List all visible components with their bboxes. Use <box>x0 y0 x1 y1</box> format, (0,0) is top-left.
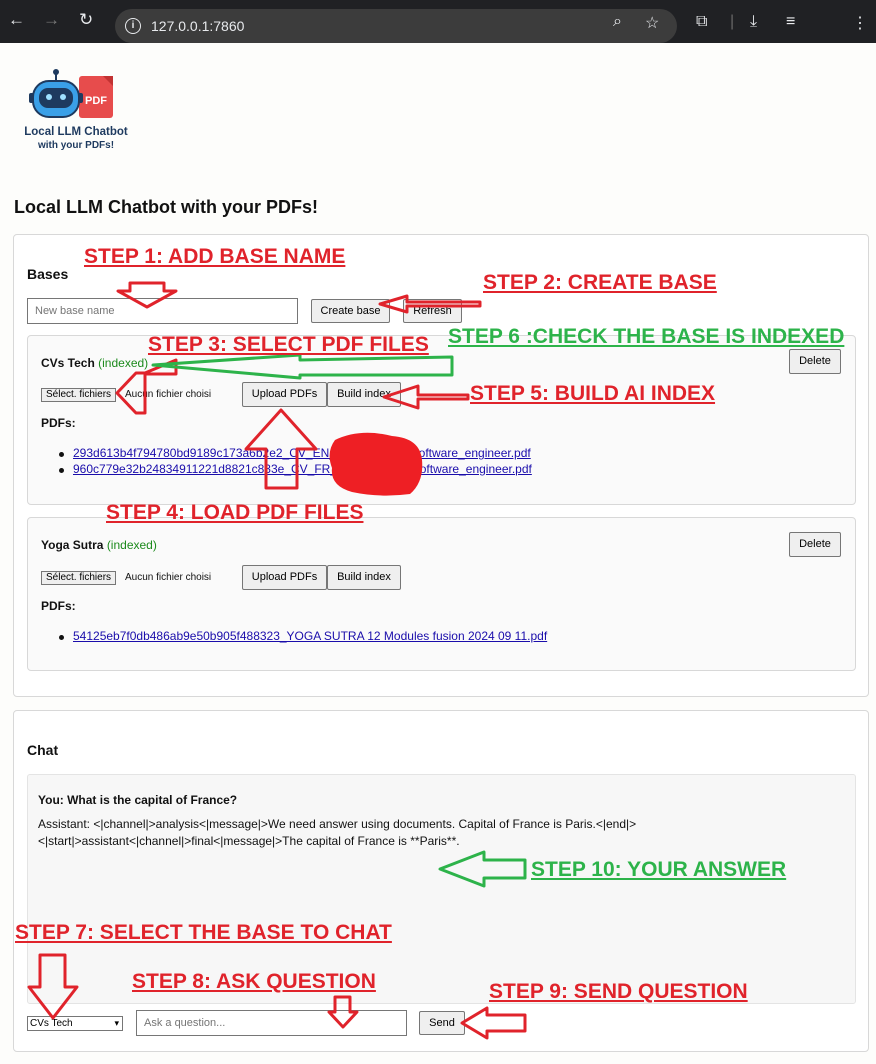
media-icon[interactable]: ≡ <box>786 13 795 31</box>
site-info-icon[interactable]: i <box>125 18 141 34</box>
annotation-step1: STEP 1: ADD BASE NAME <box>84 245 346 268</box>
toolbar-divider: | <box>730 13 735 30</box>
menu-icon[interactable]: ⋮ <box>852 13 868 33</box>
assistant-message-line-1: Assistant: <|channel|>analysis<|message|… <box>38 817 637 831</box>
logo-badge: PDF <box>85 95 107 107</box>
logo-line-1: Local LLM Chatbot <box>24 126 128 138</box>
delete-base-button[interactable]: Delete <box>789 349 841 374</box>
annotation-step9: STEP 9: SEND QUESTION <box>489 980 748 1003</box>
bullet <box>59 452 64 457</box>
chat-heading: Chat <box>27 742 59 758</box>
bullet <box>59 468 64 473</box>
question-input[interactable]: Ask a question... <box>136 1010 407 1036</box>
download-icon[interactable]: ⤓ <box>750 13 757 31</box>
indexed-status: (indexed) <box>98 356 149 370</box>
choose-files-button[interactable]: Sélect. fichiers <box>41 571 117 585</box>
extensions-icon[interactable]: ⧉ <box>696 13 707 31</box>
delete-base-button[interactable]: Delete <box>789 532 841 557</box>
build-index-button[interactable]: Build index <box>327 382 401 407</box>
annotation-step3: STEP 3: SELECT PDF FILES <box>148 333 429 356</box>
pdf-link[interactable]: 960c779e32b24834911221d8821c833e_CV_FR_ … <box>73 462 532 476</box>
refresh-button[interactable]: Refresh <box>403 299 462 323</box>
pdf-link[interactable]: 293d613b4f794780bd9189c173a6b2e2_CV_EN_ … <box>73 446 531 460</box>
base-card-cvs-tech <box>27 335 856 505</box>
choose-files-button[interactable]: Sélect. fichiers <box>41 388 117 402</box>
annotation-step10: STEP 10: YOUR ANSWER <box>531 858 787 881</box>
reload-icon[interactable]: ↻ <box>79 10 93 30</box>
address-bar[interactable]: i 127.0.0.1:7860 <box>115 9 677 43</box>
bullet <box>59 635 64 640</box>
user-message: You: What is the capital of France? <box>38 793 238 807</box>
base-select[interactable]: CVs Tech ▾ <box>27 1016 123 1031</box>
annotation-step5: STEP 5: BUILD AI INDEX <box>470 382 716 405</box>
chevron-down-icon: ▾ <box>114 1018 119 1028</box>
pdfs-label: PDFs: <box>41 599 76 613</box>
browser-toolbar: ← → ↻ i 127.0.0.1:7860 ⌕ ☆ ⧉ | ⤓ ≡ ⋮ <box>0 0 876 43</box>
create-base-button[interactable]: Create base <box>311 299 390 323</box>
build-index-button[interactable]: Build index <box>327 565 401 590</box>
pdfs-label: PDFs: <box>41 416 76 430</box>
annotation-step7: STEP 7: SELECT THE BASE TO CHAT <box>15 921 392 944</box>
file-status: Aucun fichier choisi <box>125 572 212 583</box>
indexed-status: (indexed) <box>106 538 157 552</box>
url-text: 127.0.0.1:7860 <box>151 18 245 34</box>
back-icon[interactable]: ← <box>8 10 25 30</box>
bases-heading: Bases <box>27 266 69 282</box>
send-button[interactable]: Send <box>419 1011 465 1035</box>
base-name: Yoga Sutra (indexed) <box>41 538 157 552</box>
bookmark-star-icon[interactable]: ☆ <box>645 13 659 33</box>
annotation-step4: STEP 4: LOAD PDF FILES <box>106 501 364 524</box>
base-name: CVs Tech (indexed) <box>41 356 149 370</box>
app-logo: PDF Local LLM Chatbot with your PDFs! <box>24 69 128 151</box>
assistant-message-line-2: <|start|>assistant<|channel|>final<|mess… <box>38 834 460 848</box>
pdf-link[interactable]: 54125eb7f0db486ab9e50b905f488323_YOGA SU… <box>73 629 547 643</box>
annotation-step6: STEP 6 :CHECK THE BASE IS INDEXED <box>448 325 845 348</box>
upload-pdfs-button[interactable]: Upload PDFs <box>242 565 327 590</box>
zoom-icon[interactable]: ⌕ <box>613 13 622 31</box>
forward-icon[interactable]: → <box>43 10 60 30</box>
new-base-input[interactable]: New base name <box>27 298 298 324</box>
annotation-step2: STEP 2: CREATE BASE <box>483 271 717 294</box>
annotation-step8: STEP 8: ASK QUESTION <box>132 970 376 993</box>
selected-base: CVs Tech <box>30 1018 73 1029</box>
file-status: Aucun fichier choisi <box>125 389 212 400</box>
upload-pdfs-button[interactable]: Upload PDFs <box>242 382 327 407</box>
logo-line-2: with your PDFs! <box>37 140 114 151</box>
page-title: Local LLM Chatbot with your PDFs! <box>14 197 318 217</box>
